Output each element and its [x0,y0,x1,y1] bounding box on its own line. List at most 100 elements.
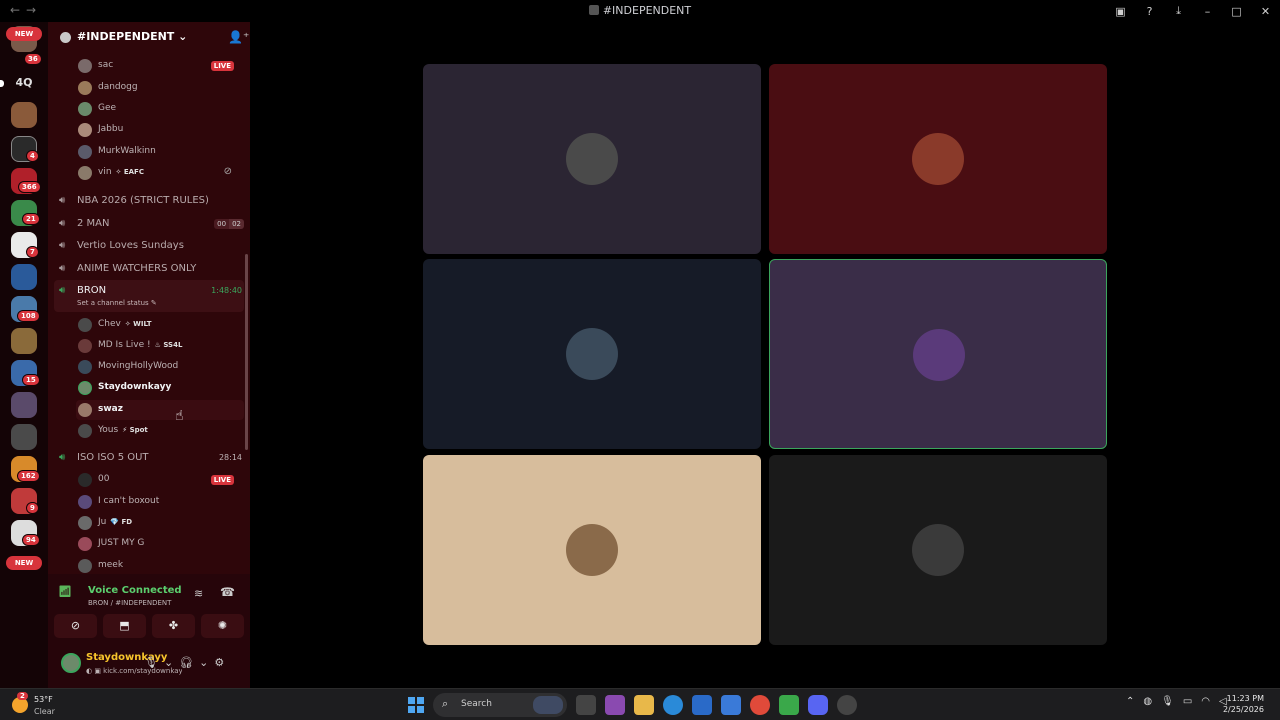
close-button[interactable]: ✕ [1251,5,1280,18]
voice-member[interactable]: I can't boxout [76,492,244,512]
avatar [78,81,92,95]
invite-people-icon[interactable]: 👤⁺ [228,30,249,44]
microphone-icon[interactable]: 🎙︎ [144,656,158,669]
participant-tile[interactable] [423,64,761,254]
task-view-icon[interactable] [576,695,596,715]
new-pill[interactable]: NEW [6,27,42,41]
member-tag: ♨ SS4L [154,341,183,349]
discord-icon[interactable] [808,695,828,715]
server-badge: 162 [17,470,40,482]
soundboard-button[interactable]: ✺ [201,614,244,638]
channel-sidebar: #INDEPENDENT ⌄ 👤⁺ sac LIVE dandogg Gee J… [48,22,250,688]
server-icon[interactable] [11,392,37,418]
title-bar: ←→ #INDEPENDENT ▣ ? ⤓ – □ ✕ [0,0,1280,22]
help-icon[interactable]: ? [1135,5,1164,18]
voice-channel[interactable]: 🔊︎ ISO ISO 5 OUT 28:14 [54,447,244,469]
taskbar-clock[interactable]: 11:23 PM 2/25/2026 [1216,693,1264,715]
voice-member[interactable]: meek [76,556,244,574]
voice-member[interactable]: vin ✧ EAFC ⊘ [76,163,244,183]
connection-signal-icon[interactable]: 📶︎ [58,585,72,598]
store-icon[interactable] [692,695,712,715]
mic-tray-icon[interactable]: 🎙︎ [1161,696,1174,707]
channel-list-scrollbar[interactable] [245,254,248,450]
app-icon[interactable] [721,695,741,715]
server-header[interactable]: #INDEPENDENT ⌄ 👤⁺ [48,22,250,54]
voice-channel[interactable]: 🔊︎ ANIME WATCHERS ONLY [54,258,244,280]
voice-member[interactable]: MovingHollyWood [76,357,244,377]
voice-member[interactable]: Gee [76,99,244,119]
wifi-icon[interactable]: ◠ [1201,696,1210,707]
server-badge: 9 [26,502,39,514]
inbox-icon[interactable]: ▣ [1106,5,1135,18]
screen-share-button[interactable]: ⬒ [103,614,146,638]
server-4q[interactable]: 4Q [11,76,37,89]
window-title: #INDEPENDENT [0,4,1280,17]
server-icon-small [588,5,599,15]
voice-member[interactable]: dandogg [76,78,244,98]
voice-member[interactable]: MurkWalkinn [76,142,244,162]
user-controls: 🎙︎ ⌄ 🎧︎ ⌄ ⚙ [144,656,224,669]
server-icon[interactable] [11,102,37,128]
voice-member[interactable]: MD Is Live ! ♨ SS4L [76,336,244,356]
headphones-options-chevron-icon[interactable]: ⌄ [199,656,208,669]
server-name[interactable]: #INDEPENDENT ⌄ [77,30,187,43]
app-icon[interactable] [779,695,799,715]
disconnect-icon[interactable]: ☎ [220,585,235,599]
new-pill[interactable]: NEW [6,556,42,570]
channel-timer: 1:48:40 [211,286,242,295]
weather-badge: 2 [17,692,28,700]
camera-off-button[interactable]: ⊘ [54,614,97,638]
participant-avatar [566,133,618,185]
maximize-button[interactable]: □ [1222,5,1251,18]
participant-tile-speaking[interactable] [769,259,1107,449]
member-tag: ✧ EAFC [115,168,144,176]
display-icon[interactable]: ▭ [1183,696,1192,707]
voice-member[interactable]: Ju 💎 FD [76,513,244,533]
voice-channel-active[interactable]: 🔊︎ BRON 1:48:40 Set a channel status ✎ [54,280,244,312]
server-icon[interactable] [11,264,37,290]
user-limit-counter: 00 02 [214,219,244,229]
app-icon[interactable] [837,695,857,715]
unread-pip [0,80,4,87]
speaker-icon: 🔊︎ [59,285,66,296]
chevron-up-icon[interactable]: ⌃ [1126,696,1134,707]
minimize-button[interactable]: – [1193,5,1222,18]
voice-member[interactable]: Yous ⚡ Spot [76,421,244,441]
voice-member-speaking[interactable]: Staydownkayy [76,378,244,398]
download-icon[interactable]: ⤓ [1164,4,1193,18]
chrome-icon[interactable] [750,695,770,715]
start-button[interactable] [408,697,424,713]
voice-channel[interactable]: 🔊︎ 2 MAN 00 02 [54,213,244,235]
taskbar-search[interactable]: ⌕ Search [433,693,567,717]
tray-app-icon[interactable]: ◍ [1143,696,1152,707]
server-badge: 36 [24,53,42,65]
server-icon[interactable] [11,424,37,450]
settings-gear-icon[interactable]: ⚙ [214,656,224,669]
participant-tile[interactable] [423,455,761,645]
voice-member[interactable]: 00 LIVE [76,470,244,490]
avatar [78,424,92,438]
voice-member[interactable]: sac LIVE [76,56,244,76]
app-icon[interactable] [605,695,625,715]
voice-member[interactable]: Chev ✧ WILT [76,315,244,335]
mic-options-chevron-icon[interactable]: ⌄ [164,656,173,669]
participant-tile[interactable] [769,64,1107,254]
voice-connected-channel[interactable]: BRON / #INDEPENDENT [88,599,171,607]
user-avatar[interactable] [61,653,81,673]
activities-button[interactable]: ✤ [152,614,195,638]
channel-status[interactable]: Set a channel status ✎ [77,299,157,307]
voice-member[interactable]: JUST MY G [76,534,244,554]
headphones-icon[interactable]: 🎧︎ [179,656,193,669]
noise-suppression-icon[interactable]: ≋ [194,587,203,600]
edge-icon[interactable] [663,695,683,715]
voice-channel[interactable]: 🔊︎ NBA 2026 (STRICT RULES) [54,190,244,212]
voice-member[interactable]: Jabbu [76,120,244,140]
server-icon[interactable] [11,328,37,354]
participant-tile[interactable] [423,259,761,449]
participant-tile[interactable] [769,455,1107,645]
channel-timer: 28:14 [218,453,242,462]
weather-widget[interactable]: 2 53°F Clear [12,692,82,718]
voice-member-hovered[interactable]: swaz [76,400,244,420]
file-explorer-icon[interactable] [634,695,654,715]
voice-channel[interactable]: 🔊︎ Vertio Loves Sundays [54,235,244,257]
